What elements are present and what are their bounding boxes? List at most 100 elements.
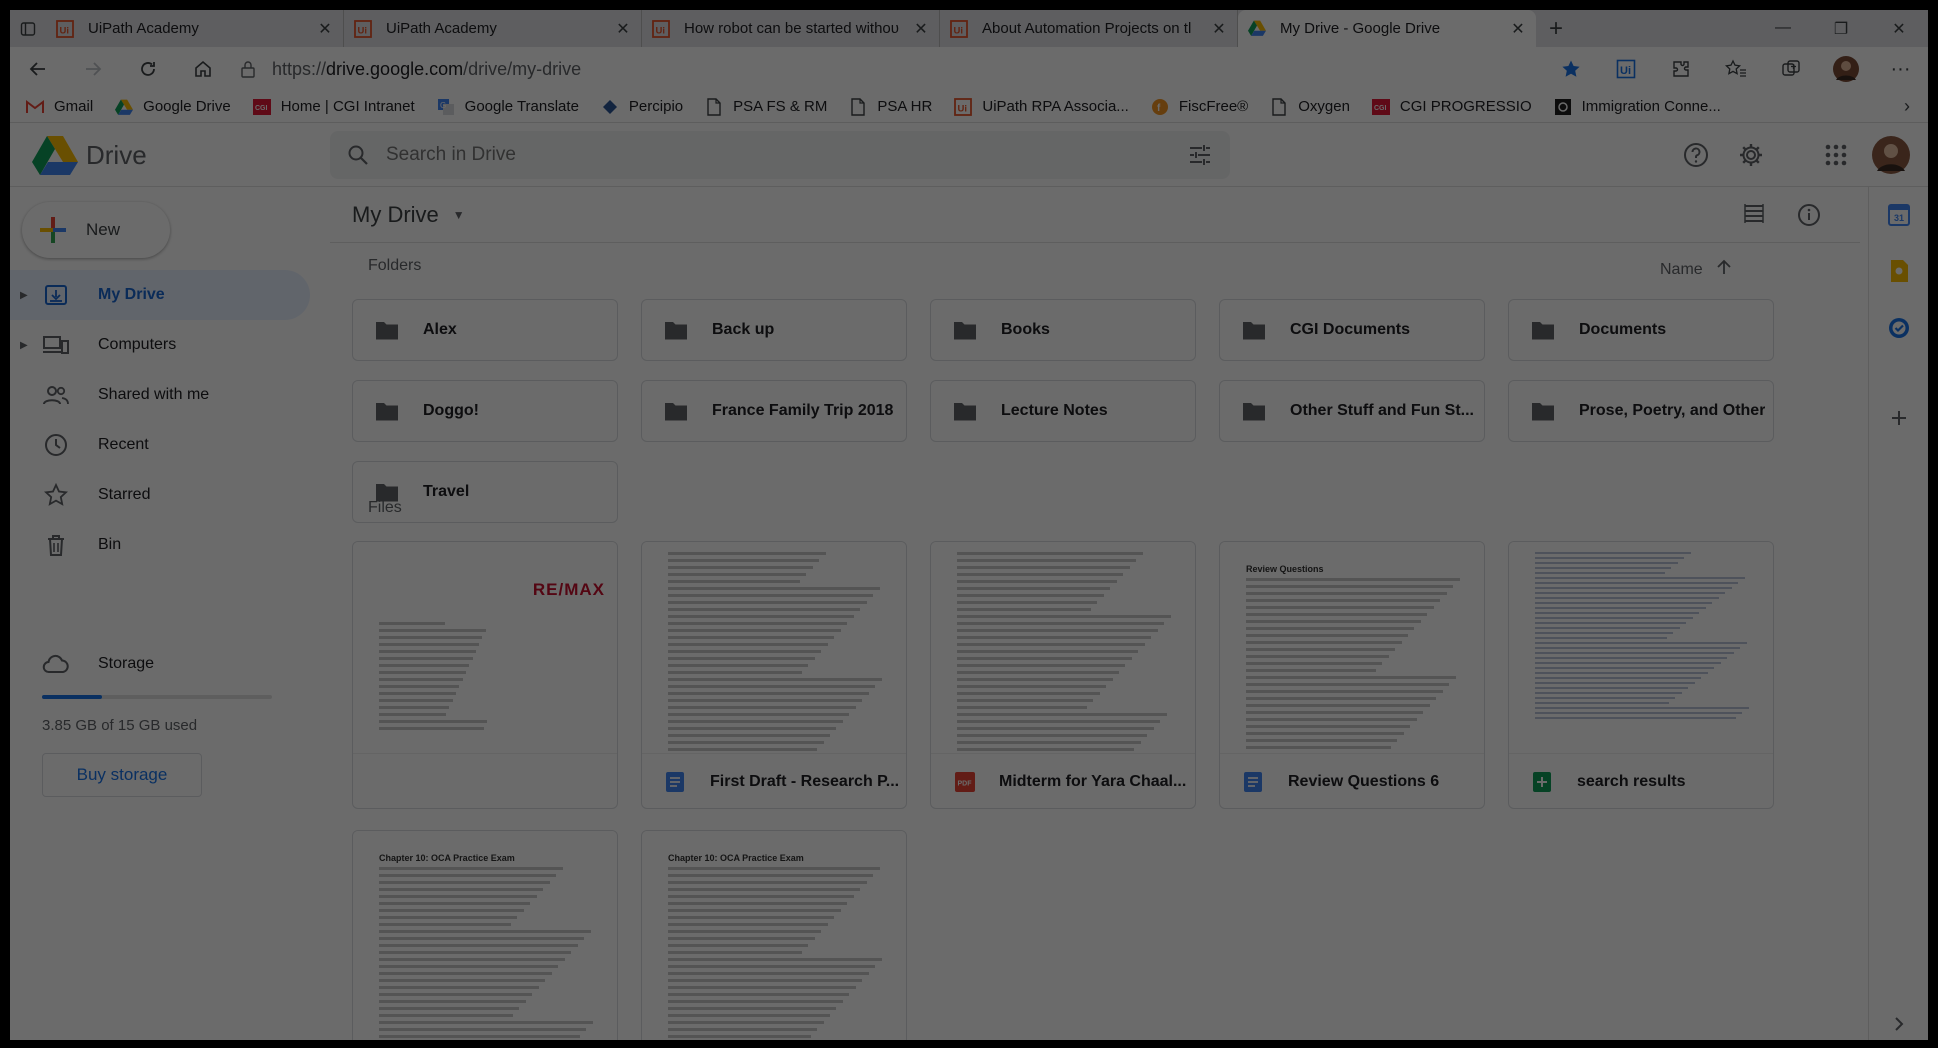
- favorites-icon[interactable]: [1708, 47, 1763, 91]
- tab-1[interactable]: Ui UiPath Academy ✕: [46, 10, 344, 47]
- folder-item[interactable]: Back up: [641, 299, 907, 361]
- search-input[interactable]: [386, 144, 1170, 166]
- file-caption: PDF Midterm for Yara Chaal...: [931, 754, 1195, 808]
- bookmarks-overflow-chevron-icon[interactable]: ›: [1904, 96, 1910, 117]
- close-tab-icon[interactable]: ✕: [615, 19, 631, 39]
- tab-5[interactable]: My Drive - Google Drive ✕: [1238, 10, 1536, 47]
- sidebar-item-recent[interactable]: Recent: [10, 420, 310, 470]
- expand-arrow-icon[interactable]: ▶: [20, 340, 28, 351]
- tab-4[interactable]: Ui About Automation Projects on tl ✕: [940, 10, 1238, 47]
- file-name: Midterm for Yara Chaal...: [999, 773, 1187, 790]
- sidebar-item-storage[interactable]: Storage: [10, 639, 310, 689]
- search-icon[interactable]: [330, 144, 386, 166]
- file-card[interactable]: RE/MAXPDFCheck in.pdf: [352, 541, 618, 809]
- more-menu-icon[interactable]: ···: [1873, 47, 1928, 91]
- file-card[interactable]: Chapter 10: OCA Practice Exam: [641, 830, 907, 1040]
- tab-3[interactable]: Ui How robot can be started withoᴜ ✕: [642, 10, 940, 47]
- apps-grid-icon[interactable]: [1808, 144, 1863, 166]
- back-button[interactable]: [10, 47, 65, 91]
- file-card[interactable]: PDF Midterm for Yara Chaal...: [930, 541, 1196, 809]
- sort-control[interactable]: Name: [1660, 259, 1731, 280]
- forward-button[interactable]: [65, 47, 120, 91]
- home-button[interactable]: [175, 47, 230, 91]
- calendar-icon[interactable]: 31: [1887, 203, 1911, 227]
- bookmark-item[interactable]: Oxygen: [1270, 97, 1350, 116]
- lock-icon[interactable]: [240, 60, 256, 78]
- expand-arrow-icon[interactable]: ▶: [20, 290, 28, 301]
- tab-2[interactable]: Ui UiPath Academy ✕: [344, 10, 642, 47]
- account-avatar[interactable]: [1863, 135, 1918, 175]
- new-tab-button[interactable]: +: [1536, 15, 1576, 43]
- bookmark-item[interactable]: Percipio: [601, 98, 683, 116]
- folder-item[interactable]: Doggo!: [352, 380, 618, 442]
- bookmark-label: FiscFree®: [1178, 98, 1249, 115]
- profile-avatar[interactable]: [1818, 47, 1873, 91]
- file-card[interactable]: Chapter 10: OCA Practice Exam: [352, 830, 618, 1040]
- svg-text:31: 31: [1894, 213, 1904, 223]
- close-tab-icon[interactable]: ✕: [1211, 19, 1227, 39]
- bookmark-item[interactable]: CGI CGI PROGRESSIO: [1371, 98, 1532, 116]
- folder-item[interactable]: Documents: [1508, 299, 1774, 361]
- bookmark-item[interactable]: G Google Translate: [437, 98, 579, 116]
- keep-icon[interactable]: [1887, 259, 1911, 283]
- help-icon[interactable]: [1668, 142, 1723, 168]
- folder-item[interactable]: CGI Documents: [1219, 299, 1485, 361]
- folder-item[interactable]: Alex: [352, 299, 618, 361]
- side-panel-expand-chevron-icon[interactable]: [1887, 1012, 1911, 1036]
- close-tab-icon[interactable]: ✕: [913, 19, 929, 39]
- bookmark-item[interactable]: PSA FS & RM: [705, 97, 827, 116]
- sidebar-item-my-drive[interactable]: ▶ My Drive: [10, 270, 310, 320]
- page-title[interactable]: My Drive: [352, 202, 439, 228]
- search-options-icon[interactable]: [1170, 144, 1230, 166]
- minimize-button[interactable]: —: [1754, 19, 1812, 39]
- title-dropdown-caret-icon[interactable]: ▼: [453, 208, 465, 222]
- bookmark-item[interactable]: PSA HR: [849, 97, 932, 116]
- star-icon: [42, 483, 70, 507]
- close-window-button[interactable]: ✕: [1870, 19, 1928, 39]
- file-thumbnail: [642, 542, 906, 754]
- settings-gear-icon[interactable]: [1723, 142, 1778, 168]
- refresh-button[interactable]: [120, 47, 175, 91]
- google-drive-icon: [115, 98, 134, 116]
- uipath-extension-icon[interactable]: Ui: [1598, 47, 1653, 91]
- add-addon-plus-icon[interactable]: [1887, 406, 1911, 430]
- file-card[interactable]: Review Questions Review Questions 6: [1219, 541, 1485, 809]
- folder-item[interactable]: Prose, Poetry, and Other: [1508, 380, 1774, 442]
- restore-button[interactable]: ❐: [1812, 19, 1870, 39]
- extensions-icon[interactable]: [1653, 47, 1708, 91]
- drive-logo[interactable]: Drive: [32, 135, 147, 175]
- file-caption: First Draft - Research P...: [642, 754, 906, 808]
- folder-item[interactable]: Books: [930, 299, 1196, 361]
- file-card[interactable]: search results: [1508, 541, 1774, 809]
- new-button[interactable]: New: [22, 202, 170, 258]
- close-tab-icon[interactable]: ✕: [1510, 19, 1526, 39]
- folder-name: Other Stuff and Fun St...: [1290, 402, 1474, 419]
- buy-storage-button[interactable]: Buy storage: [42, 753, 202, 797]
- sidebar-item-shared-with-me[interactable]: Shared with me: [10, 370, 310, 420]
- details-info-icon[interactable]: [1781, 203, 1836, 227]
- bookmark-item[interactable]: Ui UiPath RPA Associa...: [954, 97, 1129, 116]
- folder-item[interactable]: Other Stuff and Fun St...: [1219, 380, 1485, 442]
- tab-actions-icon[interactable]: [10, 10, 46, 47]
- tabs-container: Ui UiPath Academy ✕ Ui UiPath Academy ✕ Ui How …: [46, 10, 1536, 47]
- sidebar-item-starred[interactable]: Starred: [10, 470, 310, 520]
- close-tab-icon[interactable]: ✕: [317, 19, 333, 39]
- collections-icon[interactable]: [1763, 47, 1818, 91]
- bookmark-item[interactable]: Google Drive: [115, 98, 231, 116]
- bookmark-item[interactable]: Gmail: [26, 98, 93, 116]
- bookmark-item[interactable]: f FiscFree®: [1151, 98, 1248, 116]
- address-bar[interactable]: https://drive.google.com/drive/my-drive: [240, 59, 581, 80]
- search-bar[interactable]: [330, 131, 1230, 179]
- list-view-icon[interactable]: [1726, 203, 1781, 227]
- sidebar-item-bin[interactable]: Bin: [10, 520, 310, 570]
- folder-item[interactable]: France Family Trip 2018: [641, 380, 907, 442]
- tasks-icon[interactable]: [1887, 316, 1911, 340]
- sort-ascending-arrow-icon[interactable]: [1717, 259, 1731, 280]
- bookmark-item[interactable]: Immigration Conne...: [1554, 98, 1721, 116]
- file-card[interactable]: First Draft - Research P...: [641, 541, 907, 809]
- favorite-star-icon[interactable]: [1543, 47, 1598, 91]
- sidebar-item-computers[interactable]: ▶ Computers: [10, 320, 310, 370]
- folder-item[interactable]: Lecture Notes: [930, 380, 1196, 442]
- bookmark-item[interactable]: CGI Home | CGI Intranet: [252, 98, 415, 116]
- folder-icon: [1531, 401, 1555, 421]
